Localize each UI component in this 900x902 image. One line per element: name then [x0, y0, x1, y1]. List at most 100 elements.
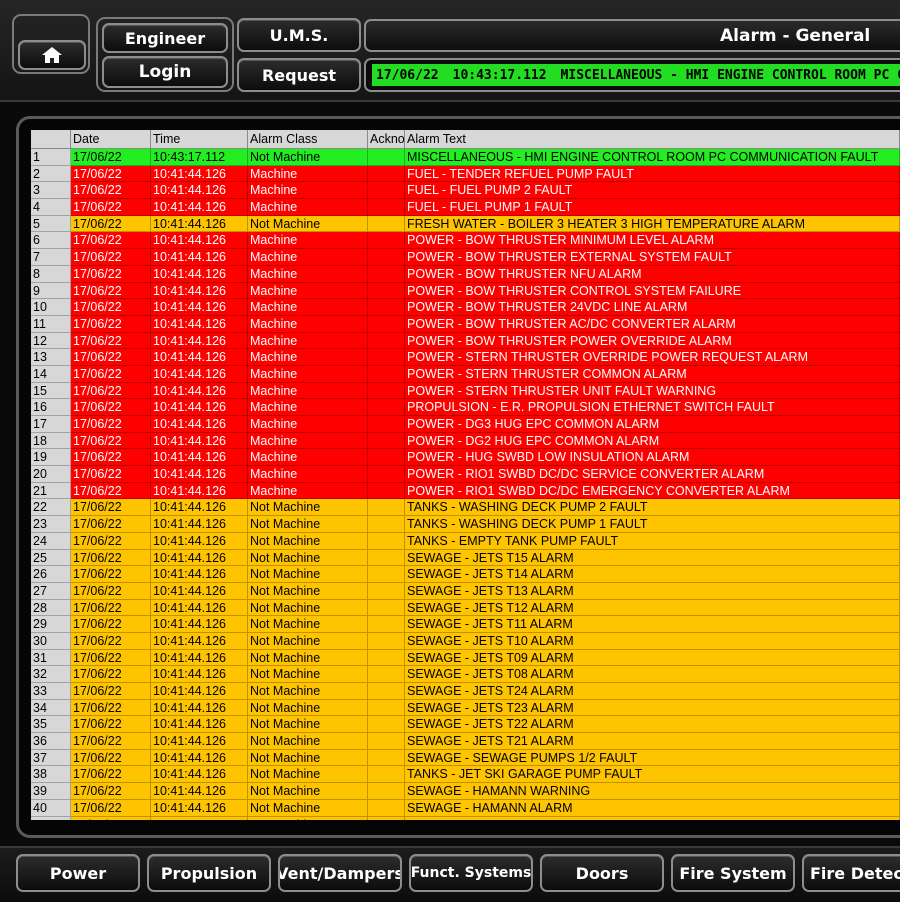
cell-index: 12 — [31, 332, 71, 350]
cell-alarm-text: POWER - DG3 HUG EPC COMMON ALARM — [405, 416, 900, 433]
cell-index: 31 — [31, 649, 71, 667]
cell-alarm-class: Machine — [248, 466, 368, 483]
col-header-alarm-text[interactable]: Alarm Text — [405, 130, 900, 148]
cell-acknowledge — [368, 799, 405, 817]
cell-index: 9 — [31, 282, 71, 300]
cell-date: 17/06/22 — [71, 516, 151, 533]
cell-alarm-text: POWER - BOW THRUSTER EXTERNAL SYSTEM FAU… — [405, 249, 900, 266]
table-row[interactable]: 30 17/06/22 10:41:44.126 Not Machine SEWAGE … — [31, 632, 900, 650]
nav-vent-dampers-button[interactable]: Vent/Dampers — [278, 854, 402, 892]
table-row[interactable]: 27 17/06/22 10:41:44.126 Not Machine SEWAGE … — [31, 582, 900, 600]
table-row[interactable]: 38 17/06/22 10:41:44.126 Not Machine TANKS -… — [31, 766, 900, 784]
table-row[interactable]: 2 17/06/22 10:41:44.126 Machine FUEL - TENDE… — [31, 165, 900, 183]
cell-alarm-class: Not Machine — [248, 749, 368, 767]
col-header-index[interactable] — [31, 130, 71, 148]
table-row[interactable]: 1 17/06/22 10:43:17.112 Not Machine MISCELLA… — [31, 149, 900, 166]
nav-propulsion-button[interactable]: Propulsion — [147, 854, 271, 892]
cell-index: 35 — [31, 716, 71, 734]
table-row[interactable]: 29 17/06/22 10:41:44.126 Not Machine SEWAGE … — [31, 616, 900, 633]
table-row[interactable]: 16 17/06/22 10:41:44.126 Machine PROPULSION … — [31, 399, 900, 416]
table-row[interactable]: 7 17/06/22 10:41:44.126 Machine POWER - BOW … — [31, 249, 900, 266]
cell-date: 17/06/22 — [71, 632, 151, 650]
table-row[interactable]: 31 17/06/22 10:41:44.126 Not Machine SEWAGE … — [31, 649, 900, 667]
table-row[interactable]: 26 17/06/22 10:41:44.126 Not Machine SEWAGE … — [31, 566, 900, 583]
cell-acknowledge — [368, 783, 405, 800]
cell-date: 17/06/22 — [71, 582, 151, 600]
table-row[interactable]: 3 17/06/22 10:41:44.126 Machine FUEL - FUEL … — [31, 182, 900, 200]
table-row[interactable]: 20 17/06/22 10:41:44.126 Machine POWER - RIO… — [31, 466, 900, 483]
table-row[interactable]: 13 17/06/22 10:41:44.126 Machine POWER - STE… — [31, 349, 900, 366]
table-row[interactable]: 5 17/06/22 10:41:44.126 Not Machine FRESH WA… — [31, 215, 900, 233]
nav-fire-detection-button[interactable]: Fire Detection — [802, 854, 900, 892]
cell-acknowledge — [368, 332, 405, 350]
alarm-table[interactable]: Date Time Alarm Class Acknowledge Alarm … — [31, 130, 900, 820]
cell-acknowledge — [368, 532, 405, 550]
cell-time: 10:41:44.126 — [151, 432, 248, 450]
table-row[interactable]: 36 17/06/22 10:41:44.126 Not Machine SEWAGE … — [31, 733, 900, 750]
user-level-button[interactable]: Engineer — [102, 23, 228, 53]
table-row[interactable]: 9 17/06/22 10:41:44.126 Machine POWER - BOW … — [31, 282, 900, 300]
cell-date: 17/06/22 — [71, 315, 151, 333]
table-row[interactable]: 17 17/06/22 10:41:44.126 Machine POWER - DG3… — [31, 416, 900, 433]
col-header-date[interactable]: Date — [71, 130, 151, 148]
nav-power-button[interactable]: Power — [16, 854, 140, 892]
col-header-alarm-class[interactable]: Alarm Class — [248, 130, 368, 148]
table-body: 1 17/06/22 10:43:17.112 Not Machine MISCELLA… — [31, 149, 900, 820]
cell-alarm-class: Not Machine — [248, 599, 368, 617]
table-row[interactable]: 34 17/06/22 10:41:44.126 Not Machine SEWAGE … — [31, 699, 900, 717]
cell-alarm-text: SEWAGE - HAMANN WARNING — [405, 783, 900, 800]
latest-alarm-ticker[interactable]: 17/06/22 10:43:17.112 MISCELLANEOUS - HM… — [372, 64, 900, 86]
cell-acknowledge — [368, 816, 405, 820]
table-row[interactable]: 12 17/06/22 10:41:44.126 Machine POWER - BOW… — [31, 332, 900, 350]
table-row[interactable]: 24 17/06/22 10:41:44.126 Not Machine TANKS -… — [31, 532, 900, 550]
cell-date: 17/06/22 — [71, 265, 151, 283]
table-row[interactable]: 32 17/06/22 10:41:44.126 Not Machine SEWAGE … — [31, 666, 900, 683]
table-row[interactable]: 6 17/06/22 10:41:44.126 Machine POWER - BOW … — [31, 232, 900, 250]
cell-date: 17/06/22 — [71, 816, 151, 820]
cell-time: 10:41:44.126 — [151, 349, 248, 366]
home-button[interactable] — [18, 40, 86, 70]
cell-alarm-text: POWER - BOW THRUSTER NFU ALARM — [405, 265, 900, 283]
cell-time: 10:41:44.126 — [151, 666, 248, 683]
cell-alarm-text: SEWAGE - JETS SYSTEM TRIP ALARM — [405, 816, 900, 820]
table-row[interactable]: 22 17/06/22 10:41:44.126 Not Machine TANKS -… — [31, 499, 900, 517]
nav-funct-systems-button[interactable]: Funct. Systems — [409, 854, 533, 892]
table-row[interactable]: 39 17/06/22 10:41:44.126 Not Machine SEWAGE … — [31, 783, 900, 800]
col-header-time[interactable]: Time — [151, 130, 248, 148]
cell-alarm-class: Not Machine — [248, 616, 368, 633]
nav-doors-button[interactable]: Doors — [540, 854, 664, 892]
cell-index: 21 — [31, 482, 71, 500]
table-row[interactable]: 4 17/06/22 10:41:44.126 Machine FUEL - FUEL … — [31, 199, 900, 216]
cell-date: 17/06/22 — [71, 616, 151, 633]
cell-date: 17/06/22 — [71, 332, 151, 350]
table-row[interactable]: 21 17/06/22 10:41:44.126 Machine POWER - RIO… — [31, 482, 900, 500]
table-row[interactable]: 10 17/06/22 10:41:44.126 Machine POWER - BOW… — [31, 299, 900, 316]
cell-time: 10:41:44.126 — [151, 516, 248, 533]
table-row[interactable]: 14 17/06/22 10:41:44.126 Machine POWER - STE… — [31, 365, 900, 383]
table-row[interactable]: 4117/06/2210:41:44.126Not Machine SEWAGE … — [31, 816, 900, 820]
table-row[interactable]: 23 17/06/22 10:41:44.126 Not Machine TANKS -… — [31, 516, 900, 533]
table-row[interactable]: 18 17/06/22 10:41:44.126 Machine POWER - DG2… — [31, 432, 900, 450]
nav-fire-system-button[interactable]: Fire System — [671, 854, 795, 892]
cell-acknowledge — [368, 215, 405, 233]
table-row[interactable]: 15 17/06/22 10:41:44.126 Machine POWER - STE… — [31, 382, 900, 400]
table-row[interactable]: 19 17/06/22 10:41:44.126 Machine POWER - HUG… — [31, 449, 900, 467]
table-row[interactable]: 37 17/06/22 10:41:44.126 Not Machine SEWAGE … — [31, 749, 900, 767]
table-row[interactable]: 35 17/06/22 10:41:44.126 Not Machine SEWAGE … — [31, 716, 900, 734]
table-row[interactable]: 33 17/06/22 10:41:44.126 Not Machine SEWAGE … — [31, 683, 900, 700]
table-row[interactable]: 8 17/06/22 10:41:44.126 Machine POWER - BOW … — [31, 265, 900, 283]
cell-acknowledge — [368, 282, 405, 300]
cell-time: 10:41:44.126 — [151, 599, 248, 617]
cell-time: 10:41:44.126 — [151, 399, 248, 416]
cell-time: 10:41:44.126 — [151, 699, 248, 717]
col-header-acknowledge[interactable]: Acknowledge — [368, 130, 405, 148]
table-row[interactable]: 11 17/06/22 10:41:44.126 Machine POWER - BOW… — [31, 315, 900, 333]
table-row[interactable]: 40 17/06/22 10:41:44.126 Not Machine SEWAGE … — [31, 799, 900, 817]
table-row[interactable]: 28 17/06/22 10:41:44.126 Not Machine SEWAGE … — [31, 599, 900, 617]
cell-date: 17/06/22 — [71, 432, 151, 450]
ums-button[interactable]: U.M.S. — [237, 18, 361, 52]
cell-acknowledge — [368, 616, 405, 633]
login-button[interactable]: Login — [102, 56, 228, 88]
request-button[interactable]: Request — [237, 58, 361, 92]
table-row[interactable]: 25 17/06/22 10:41:44.126 Not Machine SEWAGE … — [31, 549, 900, 567]
